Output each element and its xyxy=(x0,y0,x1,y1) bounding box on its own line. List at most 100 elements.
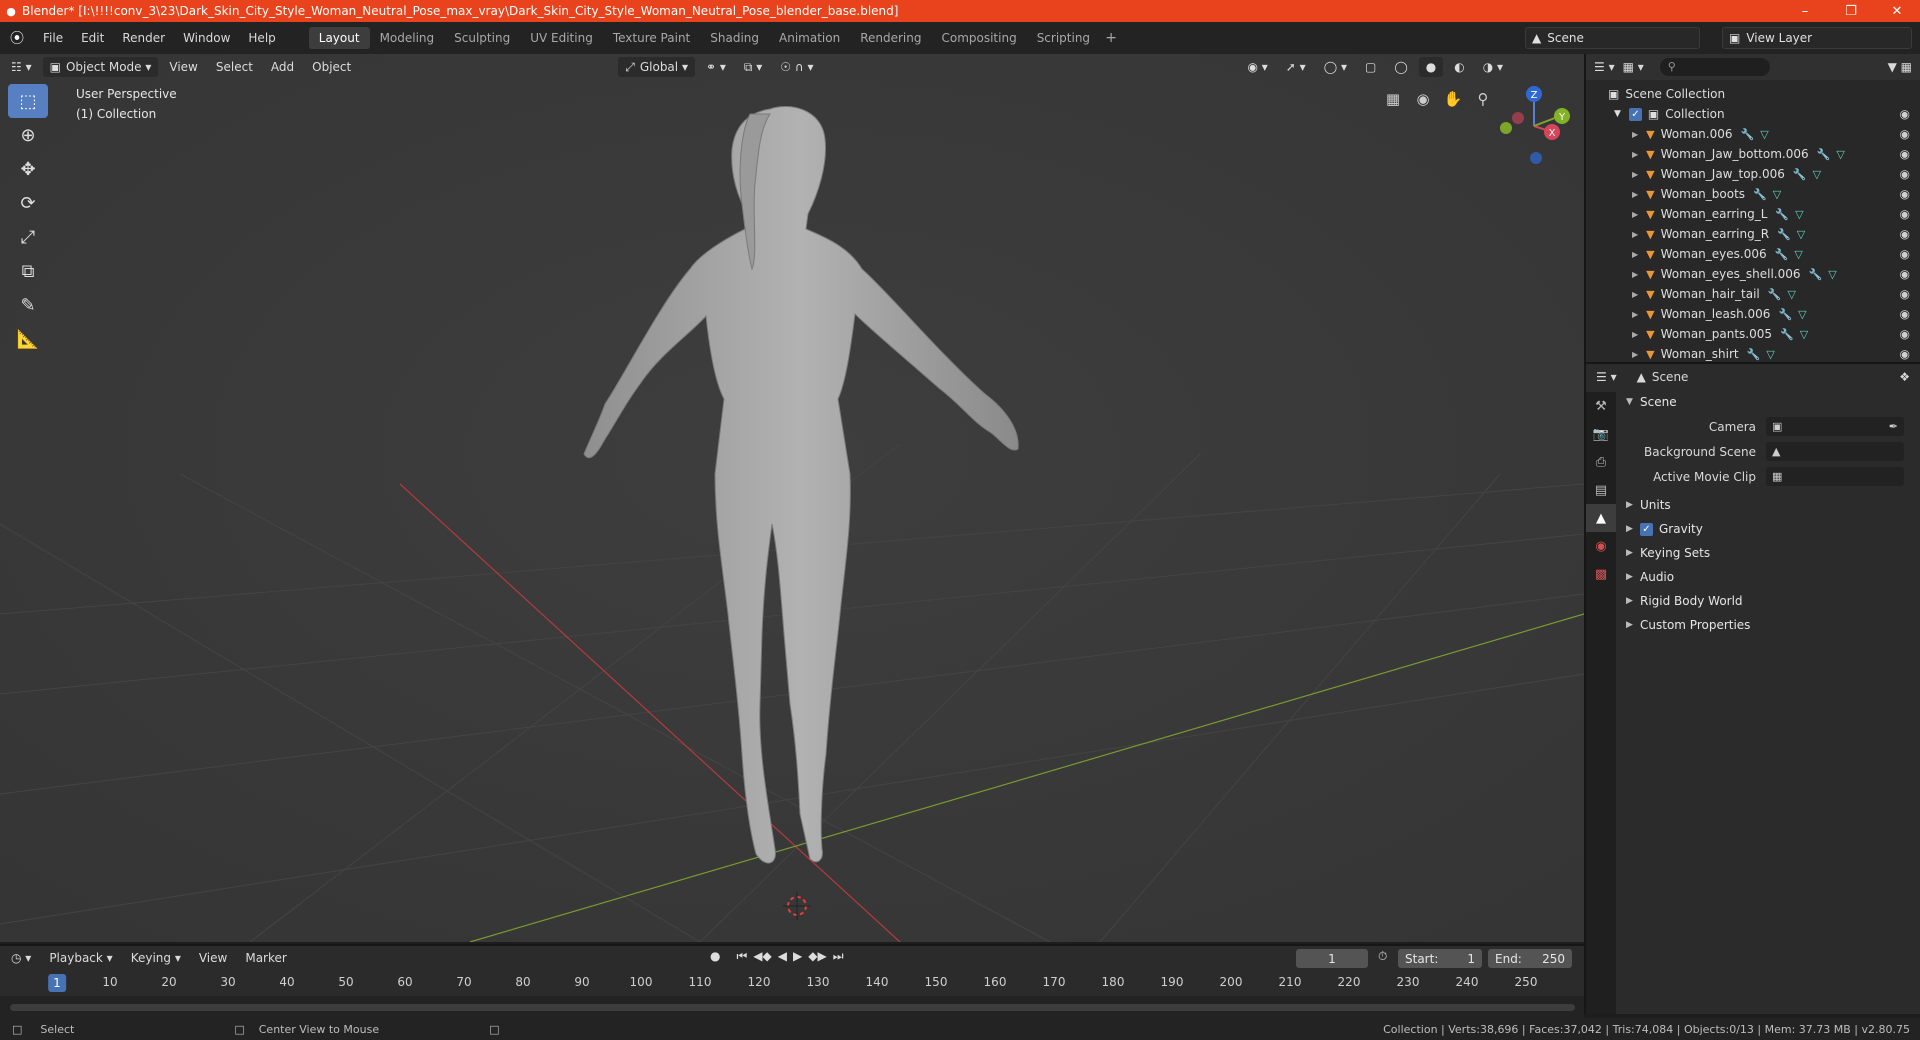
timeline-menu-keying[interactable]: Keying ▾ xyxy=(124,948,188,968)
3d-viewport[interactable]: Z X Y ☷ ▾ ▣ Object Mode ▾ View Select Add… xyxy=(0,54,1584,942)
background-scene-field[interactable]: ▲ xyxy=(1766,442,1904,461)
expand-arrow-icon[interactable]: ▶ xyxy=(1632,150,1638,159)
view-layer-selector[interactable]: ▣ View Layer xyxy=(1722,27,1912,49)
menu-edit[interactable]: Edit xyxy=(72,31,113,45)
move-tool-icon[interactable]: ✥ xyxy=(8,152,48,186)
outliner-object-row[interactable]: ▶ ▼ Woman_leash.006 🔧 ▽ ◉ xyxy=(1586,304,1920,324)
jump-end-icon[interactable]: ⏭ xyxy=(833,949,844,964)
tab-layout[interactable]: Layout xyxy=(308,27,370,49)
close-icon[interactable]: ✕ xyxy=(1874,0,1920,22)
outliner-object-row[interactable]: ▶ ▼ Woman_boots 🔧 ▽ ◉ xyxy=(1586,184,1920,204)
outliner-object-row[interactable]: ▶ ▼ Woman_hair_tail 🔧 ▽ ◉ xyxy=(1586,284,1920,304)
tab-animation[interactable]: Animation xyxy=(769,27,850,49)
pan-hand-icon[interactable]: ✋ xyxy=(1440,86,1466,112)
view-layer-tab-icon[interactable]: ▤ xyxy=(1586,476,1616,504)
expand-arrow-icon[interactable]: ▶ xyxy=(1632,350,1638,359)
scene-selector[interactable]: ▲ Scene xyxy=(1525,27,1700,49)
rendered-shading-icon[interactable]: ◑ ▾ xyxy=(1476,57,1510,77)
tab-uv-editing[interactable]: UV Editing xyxy=(520,27,603,49)
viewport-menu-add[interactable]: Add xyxy=(264,57,301,77)
filter-icon[interactable]: ▼ ▦ xyxy=(1888,60,1912,74)
eyedropper-icon[interactable]: ✒ xyxy=(1889,420,1898,433)
mesh-data-icon[interactable]: ▽ xyxy=(1760,128,1768,141)
restore-icon[interactable]: ❐ xyxy=(1828,0,1874,22)
expand-arrow-icon[interactable]: ▶ xyxy=(1632,190,1638,199)
gizmo-toggle-icon[interactable]: ➚ ▾ xyxy=(1279,57,1313,77)
prev-keyframe-icon[interactable]: ◀◆ xyxy=(753,949,771,964)
mesh-data-icon[interactable]: ▽ xyxy=(1828,268,1836,281)
tab-modeling[interactable]: Modeling xyxy=(370,27,445,49)
modifier-wrench-icon[interactable]: 🔧 xyxy=(1747,348,1761,361)
modifier-wrench-icon[interactable]: 🔧 xyxy=(1753,188,1767,201)
menu-render[interactable]: Render xyxy=(113,31,174,45)
expand-arrow-icon[interactable]: ▶ xyxy=(1632,230,1638,239)
collection-checkbox[interactable]: ✓ xyxy=(1628,107,1642,121)
outliner-scene-collection[interactable]: ▣ Scene Collection xyxy=(1586,84,1920,104)
mesh-data-icon[interactable]: ▽ xyxy=(1794,248,1802,261)
units-panel-header[interactable]: ▶ Units xyxy=(1616,493,1920,517)
expand-arrow-icon[interactable]: ▶ xyxy=(1632,310,1638,319)
outliner-object-row[interactable]: ▶ ▼ Woman_earring_L 🔧 ▽ ◉ xyxy=(1586,204,1920,224)
expand-arrow-icon[interactable]: ▶ xyxy=(1632,330,1638,339)
eye-icon[interactable]: ◉ xyxy=(1900,267,1910,281)
outliner-object-row[interactable]: ▶ ▼ Woman_pants.005 🔧 ▽ ◉ xyxy=(1586,324,1920,344)
eye-icon[interactable]: ◉ xyxy=(1900,227,1910,241)
eye-icon[interactable]: ◉ xyxy=(1900,107,1910,121)
expand-arrow-icon[interactable]: ▶ xyxy=(1632,170,1638,179)
outliner-search-input[interactable]: ⚲ xyxy=(1659,58,1770,76)
tab-shading[interactable]: Shading xyxy=(700,27,769,49)
expand-arrow-icon[interactable]: ▶ xyxy=(1632,210,1638,219)
modifier-wrench-icon[interactable]: 🔧 xyxy=(1817,148,1831,161)
eye-icon[interactable]: ◉ xyxy=(1900,347,1910,361)
mesh-data-icon[interactable]: ▽ xyxy=(1787,288,1795,301)
outliner-object-row[interactable]: ▶ ▼ Woman_eyes.006 🔧 ▽ ◉ xyxy=(1586,244,1920,264)
menu-window[interactable]: Window xyxy=(174,31,239,45)
pin-icon[interactable]: ❖ xyxy=(1899,370,1910,384)
modifier-wrench-icon[interactable]: 🔧 xyxy=(1809,268,1823,281)
eye-icon[interactable]: ◉ xyxy=(1900,127,1910,141)
display-mode-icon[interactable]: ▦ ▾ xyxy=(1623,60,1644,74)
audio-panel-header[interactable]: ▶ Audio xyxy=(1616,565,1920,589)
eye-icon[interactable]: ◉ xyxy=(1900,247,1910,261)
keying-sets-panel-header[interactable]: ▶ Keying Sets xyxy=(1616,541,1920,565)
tab-sculpting[interactable]: Sculpting xyxy=(444,27,520,49)
snap-icon[interactable]: ⧉ ▾ xyxy=(737,57,769,77)
eye-icon[interactable]: ◉ xyxy=(1900,167,1910,181)
end-frame-field[interactable]: End: 250 xyxy=(1488,949,1572,968)
world-tab-icon[interactable]: ◉ xyxy=(1586,532,1616,560)
material-shading-icon[interactable]: ◐ xyxy=(1447,57,1471,77)
outliner-editor-icon[interactable]: ☰ ▾ xyxy=(1594,60,1615,74)
mesh-data-icon[interactable]: ▽ xyxy=(1795,208,1803,221)
menu-file[interactable]: File xyxy=(34,31,72,45)
minimize-icon[interactable]: – xyxy=(1782,0,1828,22)
outliner-object-row[interactable]: ▶ ▼ Woman_eyes_shell.006 🔧 ▽ ◉ xyxy=(1586,264,1920,284)
play-icon[interactable]: ▶ xyxy=(793,949,802,964)
add-workspace-icon[interactable]: + xyxy=(1100,27,1122,49)
timeline-menu-view[interactable]: View xyxy=(192,948,234,968)
toggle-camera-view-icon[interactable]: ▦ xyxy=(1380,86,1406,112)
tab-scripting[interactable]: Scripting xyxy=(1027,27,1100,49)
mode-selector[interactable]: ▣ Object Mode ▾ xyxy=(42,57,159,77)
modifier-wrench-icon[interactable]: 🔧 xyxy=(1780,328,1794,341)
eye-icon[interactable]: ◉ xyxy=(1900,307,1910,321)
outliner-object-row[interactable]: ▶ ▼ Woman_Jaw_bottom.006 🔧 ▽ ◉ xyxy=(1586,144,1920,164)
custom-properties-panel-header[interactable]: ▶ Custom Properties xyxy=(1616,613,1920,637)
overlay-toggle-icon[interactable]: ◯ ▾ xyxy=(1317,57,1354,77)
camera-icon[interactable]: ◉ xyxy=(1410,86,1436,112)
outliner-object-row[interactable]: ▶ ▼ Woman_shirt 🔧 ▽ ◉ xyxy=(1586,344,1920,362)
annotate-tool-icon[interactable]: ✎ xyxy=(8,288,48,322)
mesh-data-icon[interactable]: ▽ xyxy=(1813,168,1821,181)
play-reverse-icon[interactable]: ◀ xyxy=(778,949,787,964)
proportional-editing-icon[interactable]: ☉ ∩ ▾ xyxy=(773,57,820,77)
frame-ruler[interactable]: 1 10 20 30 40 50 60 70 80 90 100 110 120 130 140 150 16… xyxy=(0,972,1584,994)
gravity-checkbox[interactable]: ✓ xyxy=(1640,522,1653,536)
preview-range-icon[interactable]: ⏱ xyxy=(1378,949,1387,964)
eye-icon[interactable]: ◉ xyxy=(1900,327,1910,341)
expand-arrow-icon[interactable]: ▶ xyxy=(1632,130,1638,139)
outliner-object-row[interactable]: ▶ ▼ Woman.006 🔧 ▽ ◉ xyxy=(1586,124,1920,144)
camera-field[interactable]: ▣ ✒ xyxy=(1766,417,1904,436)
tab-texture-paint[interactable]: Texture Paint xyxy=(603,27,700,49)
transform-tool-icon[interactable]: ⧉ xyxy=(8,254,48,288)
scene-panel-header[interactable]: ▼ Scene xyxy=(1616,390,1920,414)
cursor-tool-icon[interactable]: ⊕ xyxy=(8,118,48,152)
